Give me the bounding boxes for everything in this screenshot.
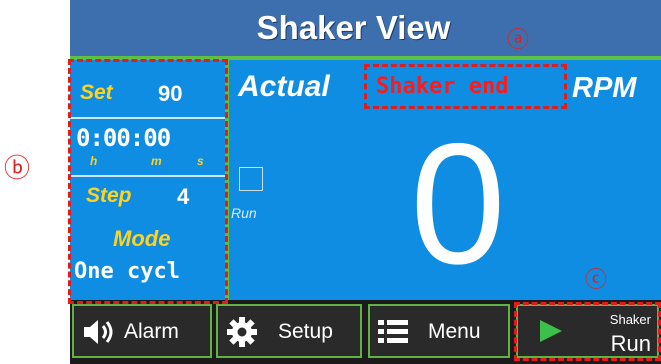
actual-label: Actual xyxy=(238,70,330,103)
alarm-button[interactable]: Alarm xyxy=(72,304,212,358)
setup-button-label: Setup xyxy=(278,320,333,343)
list-icon xyxy=(378,320,408,343)
page-title: Shaker View xyxy=(256,9,451,46)
title-bar: Shaker View xyxy=(70,0,661,56)
menu-button-label: Menu xyxy=(428,320,481,343)
run-indicator-label: Run xyxy=(231,205,257,221)
run-indicator xyxy=(239,167,263,191)
rpm-label: RPM xyxy=(572,72,637,104)
gear-icon xyxy=(227,317,257,347)
annotation-marker-b: ⓑ xyxy=(4,153,31,183)
rpm-value: 0 xyxy=(410,108,506,300)
annotation-box-a xyxy=(364,64,567,109)
alarm-button-label: Alarm xyxy=(124,320,179,343)
speaker-icon xyxy=(84,320,113,344)
menu-button[interactable]: Menu xyxy=(368,304,510,358)
annotation-marker-c: ⓒ xyxy=(585,267,608,292)
annotation-box-b xyxy=(68,59,228,304)
annotation-marker-a: ⓐ xyxy=(507,27,530,52)
setup-button[interactable]: Setup xyxy=(216,304,362,358)
annotation-box-c xyxy=(514,302,661,361)
